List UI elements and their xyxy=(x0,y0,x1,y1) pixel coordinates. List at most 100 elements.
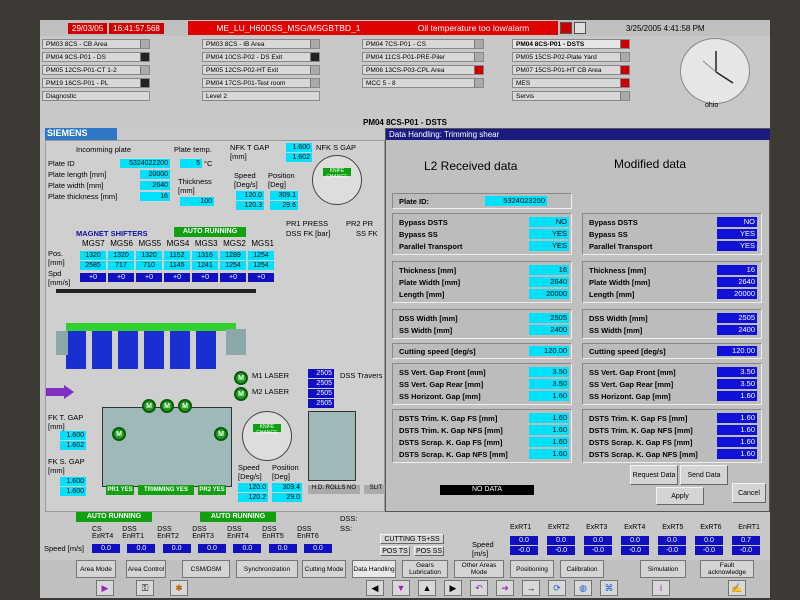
nav-mcc[interactable]: MCC 5 - 8 xyxy=(362,78,484,88)
nav-pm05-plate-yard[interactable]: PM05 15CS-P02-Plate Yard xyxy=(512,52,630,62)
l2-dimensions-group: Thickness [mm] 16 Plate Width [mm] 2640 Le… xyxy=(392,261,572,303)
motor-icon: M xyxy=(142,399,156,413)
network-icon[interactable]: ⌘ xyxy=(600,580,618,596)
nav-left-icon[interactable]: ◀ xyxy=(366,580,384,596)
mod-trim-gap-fs[interactable]: 1.60 xyxy=(717,413,757,423)
mgs6-header: MGS6 xyxy=(110,239,133,248)
nav-pm05-ct[interactable]: PM05 12CS-P01-CT 1-2 xyxy=(42,65,150,75)
nav-pm03-cb[interactable]: PM03 8CS - CB Area xyxy=(42,39,150,49)
nav-pm04-cs[interactable]: PM04 7CS-P01 - CS xyxy=(362,39,484,49)
printer-icon[interactable] xyxy=(573,22,586,34)
menu-gears-lubrication[interactable]: Gears Lubrication xyxy=(402,560,448,578)
nav-down-icon[interactable]: ▼ xyxy=(392,580,410,596)
dss-fk-label: DSS FK [bar] xyxy=(286,229,331,238)
send-data-button[interactable]: Send Data xyxy=(680,465,728,485)
nav-pm04-dsts[interactable]: PM04 8CS-P01 - DSTS xyxy=(512,39,630,49)
forward-icon[interactable]: ➔ xyxy=(496,580,514,596)
arrow-right-icon[interactable]: → xyxy=(522,580,540,596)
menu-positioning[interactable]: Positioning xyxy=(510,560,554,578)
key-icon[interactable]: ⚿ xyxy=(136,580,154,596)
alarm-banner[interactable]: ME_LU_H60DSS_MSG/MSGBTBD_1 Oil temperatu… xyxy=(187,21,558,35)
mgs-spd-value: 1254 xyxy=(220,261,246,270)
mod-plate-width[interactable]: 2640 xyxy=(717,277,757,287)
mod-scrap-gap-fs[interactable]: 1.60 xyxy=(717,437,757,447)
rt-value: 0.0 xyxy=(162,544,191,553)
nav-pm04-ds-exit[interactable]: PM04 10CS-P02 - DS Exit xyxy=(202,52,320,62)
mod-parallel-transport[interactable]: YES xyxy=(717,241,757,251)
dss-width-label: DSS Width [mm] xyxy=(399,314,458,323)
nav-pm04-test-room[interactable]: PM04 17CS-P01-Test room xyxy=(202,78,320,88)
cancel-button[interactable]: Cancel xyxy=(732,483,766,503)
bypass-dsts-label: Bypass DSTS xyxy=(399,218,448,227)
settings-icon[interactable]: ✱ xyxy=(170,580,188,596)
position-value-1: 309.1 xyxy=(270,191,298,200)
menu-area-mode[interactable]: Area Mode xyxy=(76,560,116,578)
mod-bypass-ss[interactable]: YES xyxy=(717,229,757,239)
play-icon[interactable]: ▶ xyxy=(96,580,114,596)
mod-ss-gap-front[interactable]: 3.50 xyxy=(717,367,757,377)
pos-ts-button[interactable]: POS TS xyxy=(380,546,410,556)
mod-length[interactable]: 20000 xyxy=(717,289,757,299)
l2-length: 20000 xyxy=(529,289,569,299)
nav-label: PM04 10CS-P02 - DS Exit xyxy=(206,53,283,61)
mod-cutting-speed[interactable]: 120.00 xyxy=(717,346,757,356)
nav-pm04-ds[interactable]: PM04 9CS-P01 - DS xyxy=(42,52,150,62)
nav-pm07-cb[interactable]: PM07 15CS-P01-HT CB Area xyxy=(512,65,630,75)
mod-ss-width[interactable]: 2400 xyxy=(717,325,757,335)
undo-icon[interactable]: ↶ xyxy=(470,580,488,596)
nav-mes[interactable]: MES xyxy=(512,78,630,88)
nav-level2[interactable]: Level 2 xyxy=(202,91,320,101)
bypass-ss-label: Bypass SS xyxy=(399,230,438,239)
pos-ss-button[interactable]: POS SS xyxy=(414,546,444,556)
trim-gap-nfs-label: DSTS Trim. K. Gap NFS [mm] xyxy=(399,426,503,435)
nav-up-icon[interactable]: ▲ xyxy=(418,580,436,596)
alarm-ack-icon[interactable] xyxy=(559,22,572,34)
menu-cutting-mode[interactable]: Cutting Mode xyxy=(302,560,346,578)
plate-width-label: Plate width [mm] xyxy=(48,181,104,190)
motor-icon: M xyxy=(234,371,248,385)
mgs-spd-value: 1145 xyxy=(164,261,190,270)
mod-scrap-gap-nfs[interactable]: 1.60 xyxy=(717,449,757,459)
request-data-button[interactable]: Request Data xyxy=(630,465,678,485)
cutting-speed-label: Cutting speed [deg/s] xyxy=(589,347,666,356)
nav-pm04-pre-piler[interactable]: PM04 11CS-P01-PRE-Piler xyxy=(362,52,484,62)
globe-icon[interactable]: ◍ xyxy=(574,580,592,596)
rt-value: -0.0 xyxy=(584,546,612,555)
mod-trim-gap-nfs[interactable]: 1.60 xyxy=(717,425,757,435)
mgs-zero-value: +0 xyxy=(248,273,274,282)
ss-fk-label: SS FK xyxy=(356,229,378,238)
rt-value: 0.0 xyxy=(127,544,156,553)
nav-diagnostic[interactable]: Diagnostic xyxy=(42,91,150,101)
mod-thickness[interactable]: 16 xyxy=(717,265,757,275)
function-menu: Area Mode Area Control CSM/DSM Synchroni… xyxy=(40,560,770,578)
nav-pm06-cpl[interactable]: PM06 13CS-P03-CPL Area xyxy=(362,65,484,75)
dss-width-label: DSS Width [mm] xyxy=(589,314,648,323)
l2-scrap-gap-fs: 1.60 xyxy=(529,437,569,447)
mod-ss-horizont-gap[interactable]: 1.60 xyxy=(717,391,757,401)
nav-pm19-pl[interactable]: PM19 16CS-P01 - PL xyxy=(42,78,150,88)
mod-bypass-dsts[interactable]: NO xyxy=(717,217,757,227)
mod-dss-width[interactable]: 2505 xyxy=(717,313,757,323)
menu-other-areas-mode[interactable]: Other Areas Mode xyxy=(454,560,504,578)
nav-servis[interactable]: Servis xyxy=(512,91,630,101)
nav-pm03-ib[interactable]: PM03 8CS - IB Area xyxy=(202,39,320,49)
mod-ss-gap-rear[interactable]: 3.50 xyxy=(717,379,757,389)
menu-csm-dsm[interactable]: CSM/DSM xyxy=(182,560,230,578)
l2-ss-horizont-gap: 1.60 xyxy=(529,391,569,401)
menu-area-control[interactable]: Area Control xyxy=(126,560,166,578)
nav-right-icon[interactable]: ▶ xyxy=(444,580,462,596)
info-icon[interactable]: i xyxy=(652,580,670,596)
menu-synchronization[interactable]: Synchronization xyxy=(236,560,298,578)
status-indicator xyxy=(310,53,319,61)
cutting-ts-ss-button[interactable]: CUTTING TS+SS xyxy=(380,534,444,544)
menu-calibration[interactable]: Calibration xyxy=(560,560,604,578)
menu-fault-acknowledge[interactable]: Fault acknowledge xyxy=(700,560,754,578)
nav-pm05-ht-exit[interactable]: PM05 12CS-P02-HT Exit xyxy=(202,65,320,75)
signature-icon[interactable]: ✍ xyxy=(728,580,746,596)
refresh-icon[interactable]: ⟳ xyxy=(548,580,566,596)
menu-data-handling[interactable]: Data Handling xyxy=(352,560,396,578)
length-label: Length [mm] xyxy=(399,290,445,299)
spd-label: Spd [mm/s] xyxy=(48,269,71,287)
menu-simulation[interactable]: Simulation xyxy=(640,560,686,578)
apply-button[interactable]: Apply xyxy=(656,487,704,505)
